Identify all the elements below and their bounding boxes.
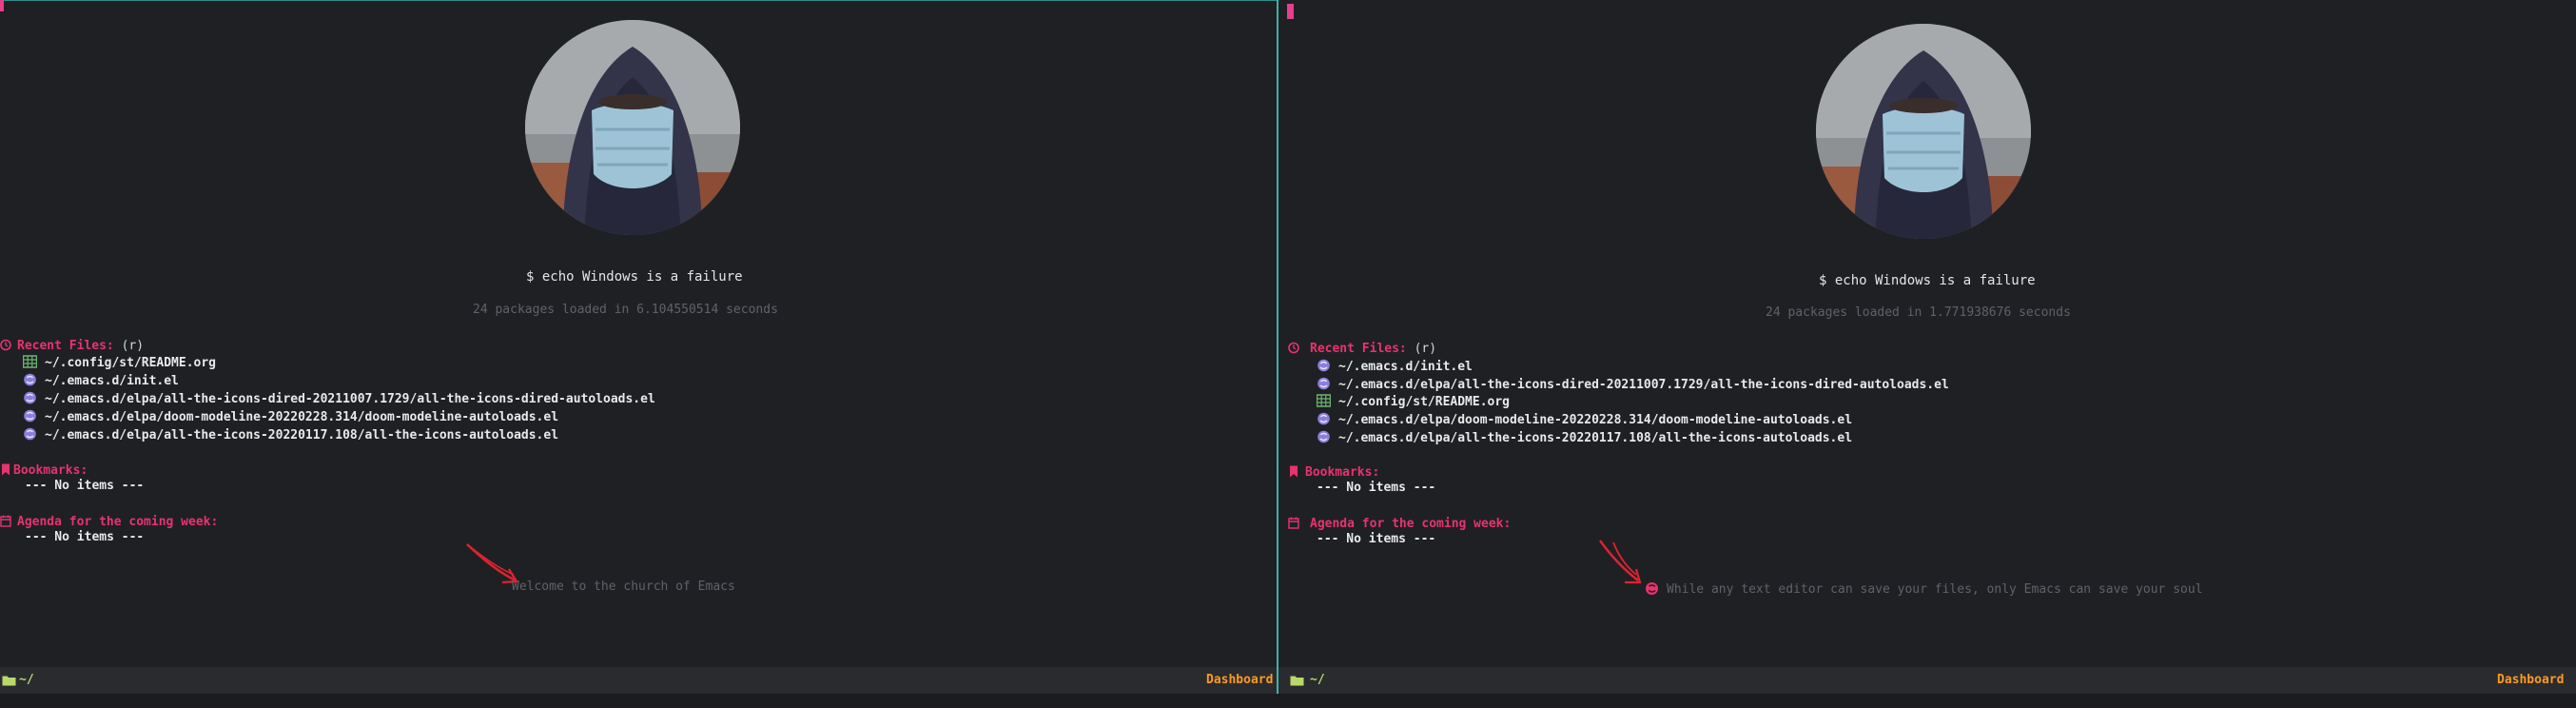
dashboard-avatar-image	[525, 20, 740, 235]
emacs-frame: $ echo Windows is a failure 24 packages …	[0, 0, 2576, 708]
elisp-icon	[1317, 430, 1330, 443]
recent-file-path: ~/.config/st/README.org	[45, 356, 217, 370]
recent-file-item[interactable]: ~/.emacs.d/init.el	[23, 373, 179, 388]
mode-line[interactable]: ~/ Dashboard	[0, 667, 1277, 694]
recent-file-item[interactable]: ~/.emacs.d/elpa/all-the-icons-20220117.1…	[1317, 430, 1852, 445]
recent-file-path: ~/.emacs.d/elpa/all-the-icons-20220117.1…	[1338, 431, 1853, 445]
mode-line-major-mode[interactable]: Dashboard	[2497, 673, 2564, 687]
recent-files-shortcut: (r)	[121, 339, 145, 353]
recent-files-shortcut: (r)	[1414, 342, 1437, 356]
text-cursor	[1287, 4, 1294, 19]
recent-files-title: Recent Files:	[17, 339, 114, 353]
elisp-icon	[24, 391, 36, 404]
agenda-empty-text: --- No items ---	[25, 530, 145, 544]
recent-file-item[interactable]: ~/.emacs.d/elpa/doom-modeline-20220228.3…	[23, 409, 558, 424]
bookmarks-heading[interactable]: Bookmarks:	[13, 463, 88, 478]
recent-file-item[interactable]: ~/.config/st/README.org	[23, 355, 216, 370]
echo-area[interactable]	[0, 694, 2576, 708]
text-cursor	[0, 0, 4, 11]
recent-file-path: ~/.emacs.d/elpa/all-the-icons-dired-2021…	[1338, 378, 1949, 392]
agenda-empty-text: --- No items ---	[1317, 532, 1436, 546]
emacs-logo-icon	[1646, 582, 1658, 595]
footer-text: Welcome to the church of Emacs	[512, 580, 735, 594]
recent-file-path: ~/.emacs.d/init.el	[1338, 360, 1473, 374]
bookmarks-heading[interactable]: Bookmarks:	[1305, 465, 1379, 480]
mode-line-path: ~/	[19, 673, 34, 687]
history-icon	[1288, 342, 1299, 354]
recent-file-item[interactable]: ~/.emacs.d/elpa/all-the-icons-dired-2021…	[23, 391, 655, 406]
annotation-arrow	[1599, 540, 1642, 584]
history-icon	[0, 339, 11, 351]
dashboard-banner-title: $ echo Windows is a failure	[1819, 273, 2036, 288]
calendar-icon	[1288, 517, 1299, 529]
bookmark-icon	[2, 463, 10, 476]
elisp-icon	[1317, 377, 1330, 390]
mode-line-major-mode[interactable]: Dashboard	[1206, 673, 1273, 687]
calendar-icon	[0, 515, 11, 527]
bookmark-icon	[1290, 465, 1298, 478]
recent-file-path: ~/.config/st/README.org	[1338, 395, 1511, 409]
agenda-heading[interactable]: Agenda for the coming week:	[17, 515, 218, 529]
window-top-border	[0, 0, 1277, 1]
recent-file-item[interactable]: ~/.emacs.d/init.el	[1317, 359, 1473, 374]
recent-files-heading[interactable]: Recent Files: (r)	[1310, 342, 1436, 356]
elisp-icon	[24, 409, 36, 423]
dashboard-footer: Welcome to the church of Emacs	[512, 580, 735, 594]
recent-file-item[interactable]: ~/.emacs.d/elpa/doom-modeline-20220228.3…	[1317, 412, 1852, 427]
dashboard-banner-title: $ echo Windows is a failure	[526, 269, 743, 285]
bookmarks-empty-text: --- No items ---	[1317, 481, 1436, 495]
dashboard-avatar-image	[1816, 24, 2031, 239]
folder-icon	[1290, 676, 1304, 686]
dashboard-footer: While any text editor can save your file…	[1667, 582, 2203, 597]
recent-file-path: ~/.emacs.d/elpa/all-the-icons-dired-2021…	[45, 392, 655, 406]
recent-file-path: ~/.emacs.d/elpa/all-the-icons-20220117.1…	[45, 428, 559, 442]
recent-files-heading[interactable]: Recent Files: (r)	[17, 339, 144, 353]
folder-icon	[2, 676, 16, 686]
elisp-icon	[24, 427, 36, 441]
right-window[interactable]: $ echo Windows is a failure 24 packages …	[1278, 0, 2576, 708]
recent-files-title: Recent Files:	[1310, 342, 1407, 356]
mode-line[interactable]: ~/ Dashboard	[1278, 667, 2576, 694]
mode-line-path: ~/	[1310, 673, 1325, 687]
left-window[interactable]: $ echo Windows is a failure 24 packages …	[0, 0, 1277, 708]
agenda-heading[interactable]: Agenda for the coming week:	[1310, 517, 1511, 531]
bookmarks-empty-text: --- No items ---	[25, 479, 145, 493]
recent-file-item[interactable]: ~/.emacs.d/elpa/all-the-icons-20220117.1…	[23, 427, 558, 442]
table-icon	[1317, 394, 1331, 407]
recent-file-item[interactable]: ~/.emacs.d/elpa/all-the-icons-dired-2021…	[1317, 377, 1949, 392]
elisp-icon	[1317, 412, 1330, 425]
elisp-icon	[24, 373, 36, 386]
recent-file-path: ~/.emacs.d/init.el	[45, 374, 179, 388]
table-icon	[23, 355, 37, 368]
recent-file-item[interactable]: ~/.config/st/README.org	[1317, 394, 1510, 409]
recent-file-path: ~/.emacs.d/elpa/doom-modeline-20220228.3…	[45, 410, 559, 424]
packages-loaded-text: 24 packages loaded in 1.771938676 second…	[1766, 305, 2071, 320]
recent-file-path: ~/.emacs.d/elpa/doom-modeline-20220228.3…	[1338, 413, 1853, 427]
packages-loaded-text: 24 packages loaded in 6.104550514 second…	[473, 303, 778, 317]
elisp-icon	[1317, 359, 1330, 372]
